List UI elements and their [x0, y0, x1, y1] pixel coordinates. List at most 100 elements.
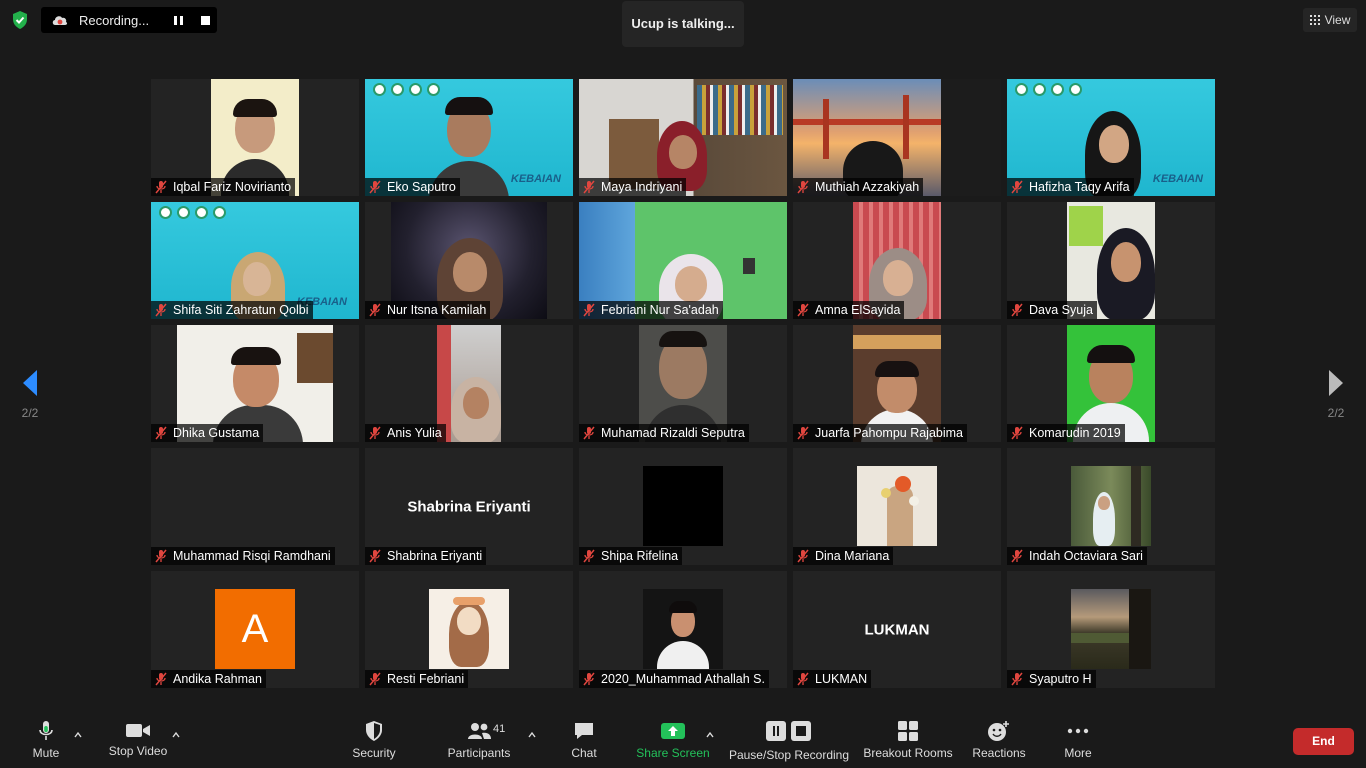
video-feed — [437, 325, 501, 442]
participant-tile[interactable]: Indah Octaviara Sari — [1007, 448, 1215, 565]
mic-muted-icon — [797, 303, 809, 317]
more-label: More — [1064, 746, 1092, 760]
participant-display-name: Shabrina Eriyanti — [407, 498, 531, 515]
mic-muted-icon — [369, 426, 381, 440]
participant-name: Dhika Gustama — [173, 426, 260, 440]
mic-muted-icon — [1011, 303, 1023, 317]
mic-muted-icon — [155, 180, 167, 194]
mic-muted-icon — [155, 426, 167, 440]
recording-label: Recording... — [79, 12, 150, 28]
participant-tile[interactable]: Shabrina Eriyanti Shabrina Eriyanti — [365, 448, 573, 565]
profile-picture — [643, 589, 723, 669]
participants-icon — [468, 723, 491, 739]
participants-count: 41 — [493, 723, 506, 735]
participant-name: Andika Rahman — [173, 672, 262, 686]
participant-name: Anis Yulia — [387, 426, 442, 440]
smiley-icon — [988, 721, 1009, 741]
next-page-button[interactable]: 2/2 — [1306, 340, 1366, 430]
view-label: View — [1324, 13, 1351, 27]
mute-label: Mute — [32, 746, 60, 760]
avatar: A — [215, 589, 295, 669]
mic-muted-icon — [155, 303, 167, 317]
participant-name: LUKMAN — [815, 672, 868, 686]
participant-name-tag: Resti Febriani — [365, 670, 469, 688]
chat-label: Chat — [571, 746, 597, 760]
participant-tile[interactable]: Muhammad Risqi Ramdhani — [151, 448, 359, 565]
participant-tile[interactable]: Muhamad Rizaldi Seputra — [579, 325, 787, 442]
profile-picture — [1071, 466, 1151, 546]
participant-tile[interactable]: Amna ElSayida — [793, 202, 1001, 319]
profile-picture — [643, 466, 723, 546]
participant-name: Indah Octaviara Sari — [1029, 549, 1143, 563]
participant-name-tag: Febriani Nur Sa'adah — [579, 301, 723, 319]
mic-muted-icon — [1011, 549, 1023, 563]
participant-tile[interactable]: Anis Yulia — [365, 325, 573, 442]
participants-options-caret-icon[interactable] — [527, 730, 537, 740]
mic-muted-icon — [797, 672, 809, 686]
participant-tile[interactable]: LUKMAN LUKMAN — [793, 571, 1001, 688]
participant-tile[interactable]: Febriani Nur Sa'adah — [579, 202, 787, 319]
participant-tile[interactable]: 2020_Muhammad Athallah S. — [579, 571, 787, 688]
participant-name: Muthiah Azzakiyah — [815, 180, 920, 194]
page-indicator-right: 2/2 — [1327, 406, 1345, 420]
participant-name: Syaputro H — [1029, 672, 1092, 686]
participant-tile[interactable]: Muthiah Azzakiyah — [793, 79, 1001, 196]
participant-name-tag: Indah Octaviara Sari — [1007, 547, 1147, 565]
reactions-button[interactable]: Reactions — [970, 720, 1028, 768]
participant-tile[interactable]: Dina Mariana — [793, 448, 1001, 565]
participant-tile[interactable]: KEBAIAN Shifa Siti Zahratun Qolbi — [151, 202, 359, 319]
participant-tile[interactable]: A Andika Rahman — [151, 571, 359, 688]
previous-page-button[interactable]: 2/2 — [0, 340, 60, 430]
participant-name: Maya Indriyani — [601, 180, 683, 194]
share-options-caret-icon[interactable] — [705, 730, 715, 740]
participant-name-tag: Dina Mariana — [793, 547, 894, 565]
end-meeting-button[interactable]: End — [1293, 728, 1354, 755]
security-button[interactable]: Security — [348, 720, 400, 768]
participant-name: Eko Saputro — [387, 180, 456, 194]
participant-name-tag: Amna ElSayida — [793, 301, 905, 319]
share-screen-icon — [661, 723, 685, 739]
participant-display-name: LUKMAN — [864, 621, 930, 638]
stop-recording-button[interactable] — [201, 16, 210, 25]
participants-button[interactable]: 41 Participants — [446, 720, 512, 768]
participant-tile[interactable]: KEBAIAN Hafizha Taqy Arifa — [1007, 79, 1215, 196]
mic-muted-icon — [369, 180, 381, 194]
participant-tile[interactable]: Shipa Rifelina — [579, 448, 787, 565]
mute-button[interactable]: Mute — [26, 720, 66, 768]
pause-stop-recording-label: Pause/Stop Recording — [728, 748, 850, 762]
banner-title: KEBAIAN — [1152, 173, 1203, 185]
participant-name: Shipa Rifelina — [601, 549, 679, 563]
pause-recording-button[interactable] — [174, 16, 184, 25]
participant-name-tag: Shifa Siti Zahratun Qolbi — [151, 301, 313, 319]
breakout-rooms-button[interactable]: Breakout Rooms — [862, 720, 954, 768]
encryption-shield-icon[interactable] — [10, 10, 30, 30]
participant-name-tag: Anis Yulia — [365, 424, 446, 442]
participant-tile[interactable]: Nur Itsna Kamilah — [365, 202, 573, 319]
view-button[interactable]: View — [1303, 8, 1357, 32]
participant-tile[interactable]: Komarudin 2019 — [1007, 325, 1215, 442]
more-dots-icon — [1067, 728, 1089, 734]
participant-tile[interactable]: Iqbal Fariz Novirianto — [151, 79, 359, 196]
participant-tile[interactable]: Dava Syuja — [1007, 202, 1215, 319]
stop-video-button[interactable]: Stop Video — [104, 720, 172, 768]
security-label: Security — [352, 746, 396, 760]
participant-name-tag: Andika Rahman — [151, 670, 266, 688]
chat-button[interactable]: Chat — [564, 720, 604, 768]
participant-name-tag: Shabrina Eriyanti — [365, 547, 487, 565]
more-button[interactable]: More — [1058, 720, 1098, 768]
participant-tile[interactable]: Resti Febriani — [365, 571, 573, 688]
pause-stop-recording-button[interactable]: Pause/Stop Recording — [728, 720, 850, 768]
participant-tile[interactable]: KEBAIAN Eko Saputro — [365, 79, 573, 196]
participant-name: Resti Febriani — [387, 672, 465, 686]
recording-indicator: Recording... — [41, 7, 217, 33]
share-screen-button[interactable]: Share Screen — [635, 720, 711, 768]
participant-name: Juarfa Pahompu Rajabima — [815, 426, 963, 440]
audio-options-caret-icon[interactable] — [73, 730, 83, 740]
participant-tile[interactable]: Maya Indriyani — [579, 79, 787, 196]
video-options-caret-icon[interactable] — [171, 730, 181, 740]
participant-tile[interactable]: Dhika Gustama — [151, 325, 359, 442]
participant-tile[interactable]: Juarfa Pahompu Rajabima — [793, 325, 1001, 442]
participant-tile[interactable]: Syaputro H — [1007, 571, 1215, 688]
participant-name-tag: Iqbal Fariz Novirianto — [151, 178, 296, 196]
profile-picture — [1071, 589, 1151, 669]
